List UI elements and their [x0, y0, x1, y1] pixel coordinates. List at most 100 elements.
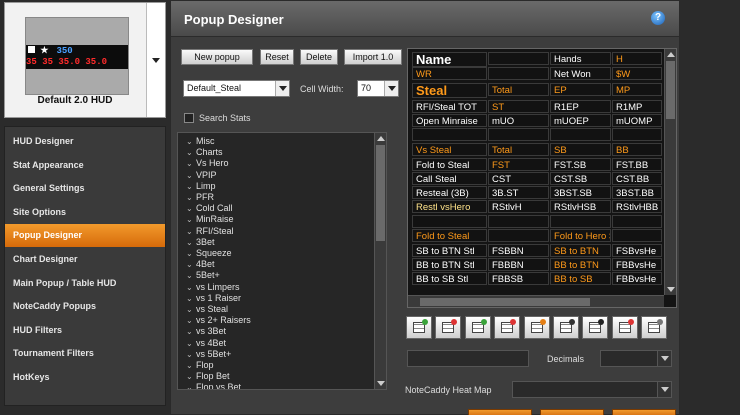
grid-cell[interactable]: EP	[550, 83, 611, 96]
grid-cell[interactable]: BB to SB	[550, 272, 611, 285]
grid-cell[interactable]: SB to BTN	[550, 244, 611, 257]
popup-select[interactable]: Default_Steal	[183, 80, 290, 97]
grid-cell[interactable]: Fold to Steal	[412, 229, 487, 242]
decimals-select[interactable]	[600, 350, 672, 367]
grid-cell[interactable]	[612, 215, 662, 228]
tree-item[interactable]: ⌄ Flop vs Bet	[186, 382, 241, 389]
grid-cell[interactable]: 3BST.BB	[612, 186, 662, 199]
tree-item[interactable]: ⌄ Charts	[186, 147, 223, 158]
tree-item[interactable]: ⌄ MinRaise	[186, 214, 234, 225]
tree-item[interactable]: ⌄ vs 2+ Raisers	[186, 315, 251, 326]
grid-cell[interactable]: 3B.ST	[488, 186, 549, 199]
tree-item[interactable]: ⌄ Limp	[186, 181, 216, 192]
new-popup-button[interactable]: New popup	[181, 49, 253, 65]
reset-button[interactable]: Reset	[260, 49, 294, 65]
sidebar-item-site-options[interactable]: Site Options	[5, 201, 165, 224]
grid-cell[interactable]: H	[612, 52, 662, 65]
grid-cell[interactable]: FBBvsHe	[612, 272, 662, 285]
eraser-icon[interactable]	[523, 316, 550, 339]
grid-cell[interactable]: BB to SB Stl	[412, 272, 487, 285]
grid-cell[interactable]	[488, 67, 549, 80]
grid-cell[interactable]: FSBvsHe	[612, 244, 662, 257]
tree-item[interactable]: ⌄ vs Limpers	[186, 282, 240, 293]
chevron-down-icon[interactable]: ⌄	[186, 214, 196, 225]
chevron-down-icon[interactable]: ⌄	[186, 170, 196, 181]
tree-item[interactable]: ⌄ vs Steal	[186, 304, 228, 315]
grid-cell[interactable]: FSBBN	[488, 244, 549, 257]
grid-cell[interactable]: FST.SB	[550, 158, 611, 171]
tree-item[interactable]: ⌄ PFR	[186, 192, 214, 203]
bottom-button-3[interactable]	[612, 409, 676, 415]
chevron-down-icon[interactable]: ⌄	[186, 349, 196, 360]
grid-delete-row-icon[interactable]	[494, 316, 521, 339]
chevron-down-icon[interactable]: ⌄	[186, 248, 196, 259]
grid-cell[interactable]: Hands	[550, 52, 611, 65]
chevron-down-icon[interactable]: ⌄	[186, 259, 196, 270]
tree-item[interactable]: ⌄ 3Bet	[186, 237, 215, 248]
tree-item[interactable]: ⌄ 4Bet	[186, 259, 215, 270]
grid-cell[interactable]	[612, 128, 662, 141]
stats-tree[interactable]: ⌄ Misc ⌄ Charts ⌄ Vs Hero ⌄ VPIP ⌄ Limp ⌄ PFR ⌄ Cold …	[177, 132, 387, 390]
grid-cell[interactable]: FBBBN	[488, 258, 549, 271]
chevron-down-icon[interactable]: ⌄	[186, 181, 196, 192]
sidebar-item-hud-filters[interactable]: HUD Filters	[5, 319, 165, 342]
border-icon[interactable]	[582, 316, 609, 339]
chevron-down-icon[interactable]: ⌄	[186, 315, 196, 326]
grid-cell[interactable]: FST	[488, 158, 549, 171]
grid-cell[interactable]: WR	[412, 67, 487, 80]
grid-add-icon[interactable]	[406, 316, 432, 339]
font-icon[interactable]	[553, 316, 579, 339]
grid-cell[interactable]: ST	[488, 100, 549, 113]
grid-cell[interactable]: Total	[488, 143, 549, 156]
chevron-down-icon[interactable]: ⌄	[186, 147, 196, 158]
sidebar-item-chart-designer[interactable]: Chart Designer	[5, 248, 165, 271]
sidebar-item-tournament-filters[interactable]: Tournament Filters	[5, 342, 165, 365]
grid-cell[interactable]: R1MP	[612, 100, 662, 113]
popup-grid[interactable]: Name Hands H WR Net Won $W Steal Total EP MP RFI/S…	[407, 48, 677, 308]
grid-cell[interactable]: Fold to Hero Steal	[550, 229, 611, 242]
tree-item[interactable]: ⌄ Flop	[186, 360, 214, 371]
scroll-thumb[interactable]	[420, 298, 590, 306]
grid-cell[interactable]: 3BST.SB	[550, 186, 611, 199]
grid-cell[interactable]: RStlvHSB	[550, 200, 611, 213]
tree-item[interactable]: ⌄ RFI/Steal	[186, 226, 234, 237]
tree-item[interactable]: ⌄ vs 3Bet	[186, 326, 226, 337]
grid-cell[interactable]	[412, 215, 487, 228]
chevron-down-icon[interactable]: ⌄	[186, 203, 196, 214]
chevron-down-icon[interactable]: ⌄	[186, 282, 196, 293]
grid-cell[interactable]: FBBvsHe	[612, 258, 662, 271]
bottom-button-2[interactable]	[540, 409, 604, 415]
grid-cell[interactable]: RStlvHBB	[612, 200, 662, 213]
grid-cell[interactable]: MP	[612, 83, 662, 96]
chevron-down-icon[interactable]: ⌄	[186, 136, 196, 147]
tree-item[interactable]: ⌄ vs 1 Raiser	[186, 293, 241, 304]
grid-delete-icon[interactable]	[435, 316, 462, 339]
sidebar-item-stat-appearance[interactable]: Stat Appearance	[5, 154, 165, 177]
chevron-down-icon[interactable]: ⌄	[186, 360, 196, 371]
grid-cell[interactable]	[550, 128, 611, 141]
grid-cell[interactable]: mUOMP	[612, 114, 662, 127]
grid-cell[interactable]	[412, 128, 487, 141]
heatmap-select[interactable]	[512, 381, 672, 398]
scroll-thumb[interactable]	[666, 61, 675, 119]
grid-cell[interactable]: Steal	[412, 83, 487, 98]
grid-cell[interactable]: Vs Steal	[412, 143, 487, 156]
grid-cell[interactable]: FBBSB	[488, 272, 549, 285]
tree-item[interactable]: ⌄ Squeeze	[186, 248, 232, 259]
bottom-button-1[interactable]	[468, 409, 532, 415]
grid-cell[interactable]: Restl vsHero	[412, 200, 487, 213]
tree-item[interactable]: ⌄ vs 4Bet	[186, 338, 226, 349]
grid-cell[interactable]: Name	[412, 52, 487, 67]
grid-cell[interactable]: BB to BTN Stl	[412, 258, 487, 271]
grid-cell[interactable]: FST.BB	[612, 158, 662, 171]
tree-item[interactable]: ⌄ vs 5Bet+	[186, 349, 231, 360]
scroll-up-icon[interactable]	[377, 136, 385, 141]
grid-cell[interactable]	[488, 128, 549, 141]
grid-cell[interactable]: Call Steal	[412, 172, 487, 185]
grid-cell[interactable]: CST	[488, 172, 549, 185]
chevron-down-icon[interactable]: ⌄	[186, 338, 196, 349]
text-color-icon[interactable]	[611, 316, 638, 339]
grid-vertical-scrollbar[interactable]	[664, 49, 676, 295]
grid-cell[interactable]	[550, 215, 611, 228]
grid-cell[interactable]: Resteal (3B)	[412, 186, 487, 199]
